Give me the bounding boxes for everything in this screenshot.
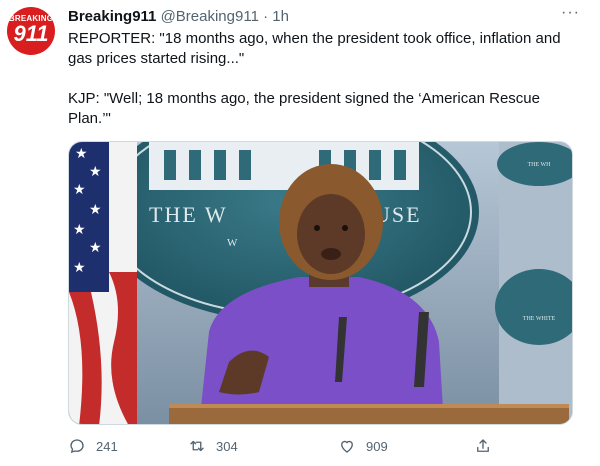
avatar[interactable]: BREAKING 911 [7, 7, 55, 55]
svg-text:★: ★ [89, 163, 102, 179]
backdrop-text-left: THE W [149, 202, 228, 227]
retweet-button[interactable]: 304 [188, 437, 238, 455]
share-icon [477, 439, 489, 452]
svg-text:★: ★ [89, 201, 102, 217]
svg-text:★: ★ [73, 259, 86, 275]
more-horizontal-icon[interactable]: ··· [561, 4, 580, 22]
reply-button[interactable]: 241 [68, 437, 118, 455]
action-bar: 241 304 909 [68, 437, 498, 461]
side-seal-text-top: THE WH [527, 162, 551, 168]
american-flag: ★★ ★★ ★★ ★ [69, 142, 137, 424]
side-seal-text-bottom: THE WHITE [523, 316, 556, 322]
tweet-paragraph-1: REPORTER: "18 months ago, when the presi… [68, 30, 561, 67]
avatar-text-main: 911 [13, 21, 49, 46]
heart-icon [341, 440, 353, 453]
share-button[interactable] [474, 437, 502, 455]
tweet-text: REPORTER: "18 months ago, when the presi… [68, 29, 583, 129]
svg-text:★: ★ [73, 221, 86, 237]
retweet-icon [190, 440, 204, 452]
like-button[interactable]: 909 [338, 437, 388, 455]
tweet: BREAKING 911 Breaking911 @Breaking911 · … [0, 0, 600, 466]
media-video[interactable]: THE WH THE WHITE THE W USE W ★ ★ ★ ★ ★ ★… [68, 141, 573, 425]
svg-text:★: ★ [89, 239, 102, 255]
reply-count: 241 [96, 438, 118, 454]
svg-text:★: ★ [73, 181, 86, 197]
timestamp[interactable]: 1h [272, 8, 289, 25]
reply-icon [70, 439, 84, 454]
tweet-paragraph-2: KJP: "Well; 18 months ago, the president… [68, 90, 540, 127]
backdrop-text-small: W [227, 237, 238, 249]
video-frame-illustration: THE WH THE WHITE THE W USE W ★★ ★★ ★★ ★ [69, 142, 572, 424]
retweet-count: 304 [216, 438, 238, 454]
separator-dot: · [263, 8, 269, 25]
display-name[interactable]: Breaking911 [68, 8, 156, 25]
like-count: 909 [366, 438, 388, 454]
svg-text:★: ★ [75, 145, 88, 161]
tweet-header: Breaking911 @Breaking911 · 1h [68, 7, 289, 27]
handle[interactable]: @Breaking911 [161, 8, 259, 25]
